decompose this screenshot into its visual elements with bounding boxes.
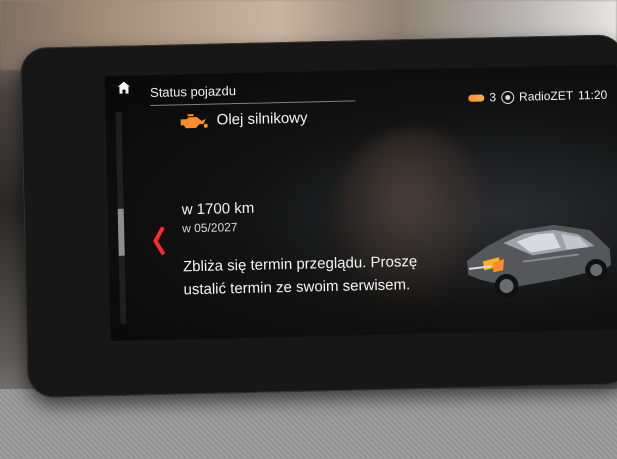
dashboard-texture <box>0 389 617 459</box>
service-message: Zbliża się termin przeglądu. Proszę usta… <box>183 249 454 301</box>
notification-count: 3 <box>489 90 497 105</box>
radio-station: RadioZET <box>518 88 574 104</box>
top-status-bar: 3 RadioZET 11:20 <box>468 88 607 105</box>
back-button[interactable] <box>152 226 166 256</box>
notification-indicator-icon <box>468 93 485 102</box>
service-mileage: w 1700 km <box>181 199 255 219</box>
chevron-left-icon <box>153 226 165 255</box>
service-item-title: Olej silnikowy <box>216 109 308 129</box>
photo-background: Status pojazdu 3 RadioZET 11:20 Olej sil… <box>0 0 617 459</box>
home-icon[interactable] <box>117 80 131 94</box>
clock-time: 11:20 <box>577 87 608 103</box>
oil-can-icon <box>180 114 208 129</box>
car-icon <box>466 224 612 299</box>
radio-icon <box>500 90 515 104</box>
page-title: Status pojazdu <box>149 83 237 101</box>
title-divider <box>150 100 356 107</box>
vehicle-status-screen: Status pojazdu 3 RadioZET 11:20 Olej sil… <box>104 64 617 342</box>
service-item-header: Olej silnikowy <box>177 108 308 130</box>
infotainment-display-frame: Status pojazdu 3 RadioZET 11:20 Olej sil… <box>20 34 617 398</box>
service-date: w 05/2027 <box>181 220 238 236</box>
navigation-rail-indicator <box>117 208 125 256</box>
